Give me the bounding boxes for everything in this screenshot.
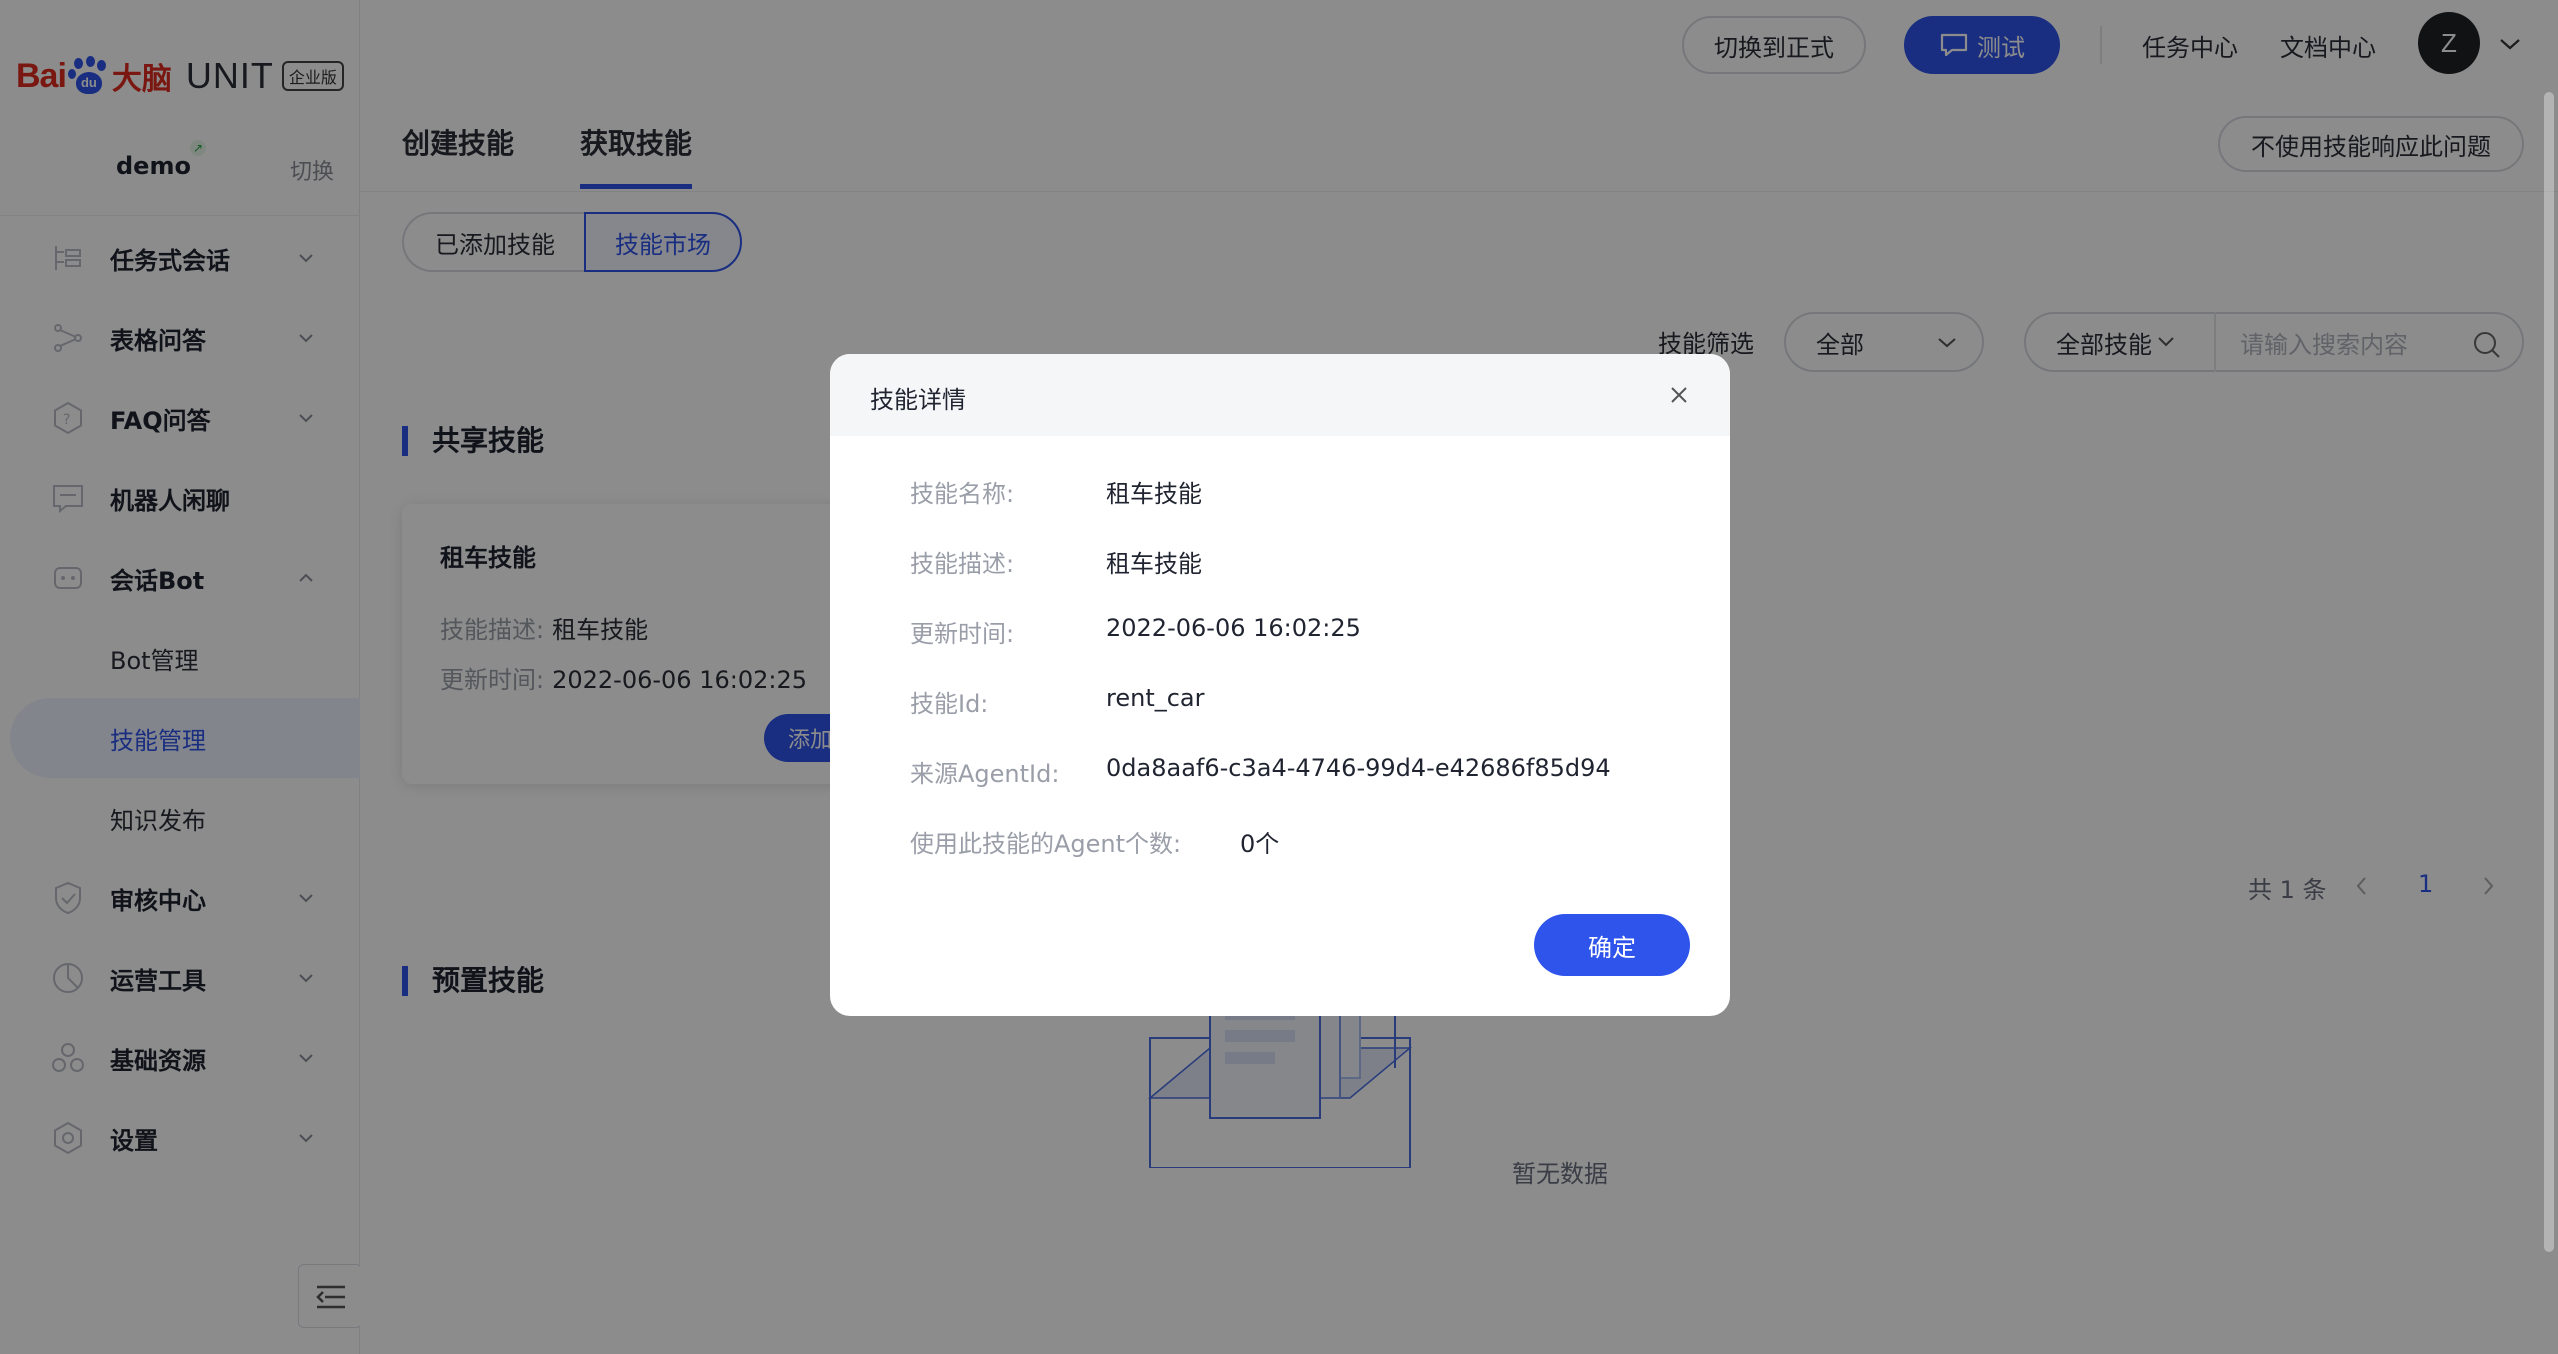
detail-key: 使用此技能的Agent个数: [910,830,1182,858]
detail-key: 技能名称: [910,480,1015,508]
skill-detail-modal: 技能详情 技能名称: 租车技能 技能描述: 租车技能 更新时间: 2022-06… [830,354,1730,1016]
detail-value: rent_car [1106,684,1205,712]
confirm-button[interactable]: 确定 [1534,914,1690,976]
detail-value: 租车技能 [1106,550,1202,578]
detail-key: 更新时间: [910,620,1015,648]
detail-key: 技能描述: [910,550,1015,578]
modal-title: 技能详情 [870,386,966,414]
detail-value: 租车技能 [1106,480,1202,508]
detail-value: 2022-06-06 16:02:25 [1106,614,1361,642]
detail-key: 技能Id: [910,690,989,718]
detail-key: 来源AgentId: [910,760,1060,788]
detail-value: 0da8aaf6-c3a4-4746-99d4-e42686f85d94 [1106,754,1611,782]
modal-header: 技能详情 [830,354,1730,436]
detail-value: 0个 [1240,830,1280,858]
close-icon[interactable] [1664,380,1694,410]
scrollbar[interactable] [2544,92,2554,1252]
